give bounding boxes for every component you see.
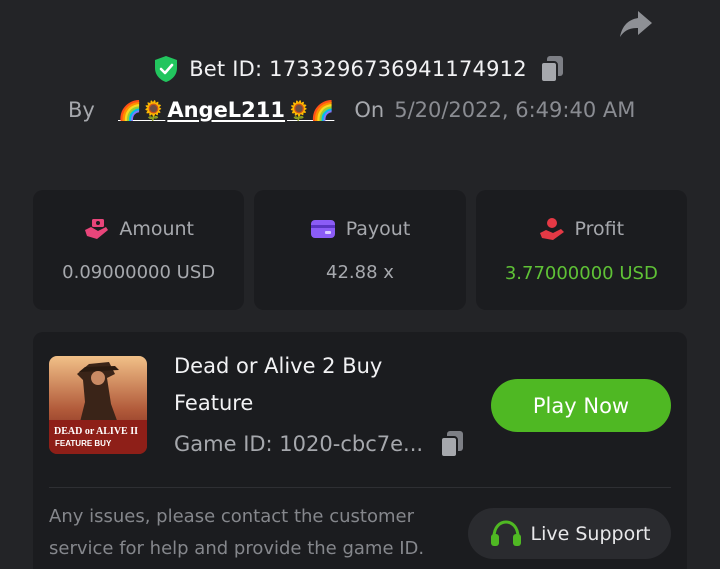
game-id-text: Game ID: 1020-cbc7e... — [174, 432, 424, 456]
live-support-label: Live Support — [530, 522, 651, 545]
bet-id-row: Bet ID: 1733296736941174912 — [0, 54, 720, 84]
thumb-title: DEAD or ALIVE II — [54, 426, 138, 437]
on-label: On — [354, 98, 385, 122]
bet-meta-row: By 🌈🌻 AngeL211 🌻🌈 On 5/20/2022, 6:49:40 … — [68, 98, 635, 122]
thumb-subtitle: FEATURE BUY — [55, 439, 112, 448]
bet-date: 5/20/2022, 6:49:40 AM — [394, 98, 636, 122]
verified-shield-icon — [155, 56, 178, 82]
game-card: DEAD or ALIVE II FEATURE BUY Dead or Ali… — [33, 332, 687, 569]
share-button[interactable] — [614, 6, 658, 42]
stat-label-profit: Profit — [574, 217, 625, 240]
support-message: Any issues, please contact the customer … — [49, 506, 425, 559]
user-emoji-left: 🌈🌻 — [118, 99, 166, 122]
game-thumbnail-art: DEAD or ALIVE II FEATURE BUY — [49, 356, 147, 454]
bet-detail-page: Bet ID: 1733296736941174912 By 🌈🌻 AngeL2… — [0, 0, 720, 569]
user-emoji-right: 🌻🌈 — [287, 99, 335, 122]
headset-icon — [490, 519, 521, 546]
money-hand-icon — [85, 218, 109, 239]
copy-icon — [440, 431, 464, 458]
stat-label-amount: Amount — [119, 217, 194, 240]
stat-label-payout: Payout — [345, 217, 411, 240]
profit-hand-icon — [539, 217, 564, 240]
game-id-row: Game ID: 1020-cbc7e... — [174, 429, 467, 459]
username-link[interactable]: 🌈🌻 AngeL211 🌻🌈 — [118, 98, 334, 122]
divider — [49, 487, 671, 488]
stat-value-payout: 42.88 x — [326, 261, 394, 283]
stat-value-profit: 3.77000000 USD — [504, 262, 658, 284]
by-label: By — [68, 98, 95, 122]
stat-card-amount: Amount 0.09000000 USD — [33, 190, 245, 310]
game-thumbnail[interactable]: DEAD or ALIVE II FEATURE BUY — [49, 356, 147, 454]
stat-card-payout: Payout 42.88 x — [254, 190, 466, 310]
bet-stats: Amount 0.09000000 USD Payout 42.88 x Pro… — [33, 190, 687, 310]
copy-bet-id-button[interactable] — [537, 54, 567, 84]
bet-id-text: Bet ID: 1733296736941174912 — [189, 57, 527, 81]
stat-card-profit: Profit 3.77000000 USD — [475, 190, 687, 310]
game-title[interactable]: Dead or Alive 2 Buy Feature — [174, 348, 444, 422]
live-support-button[interactable]: Live Support — [468, 508, 671, 559]
copy-game-id-button[interactable] — [437, 429, 467, 459]
play-now-button[interactable]: Play Now — [491, 379, 671, 432]
copy-icon — [539, 56, 563, 83]
share-icon — [620, 11, 652, 37]
username: AngeL211 — [167, 98, 286, 122]
stat-value-amount: 0.09000000 USD — [62, 261, 216, 283]
card-icon — [310, 219, 335, 238]
